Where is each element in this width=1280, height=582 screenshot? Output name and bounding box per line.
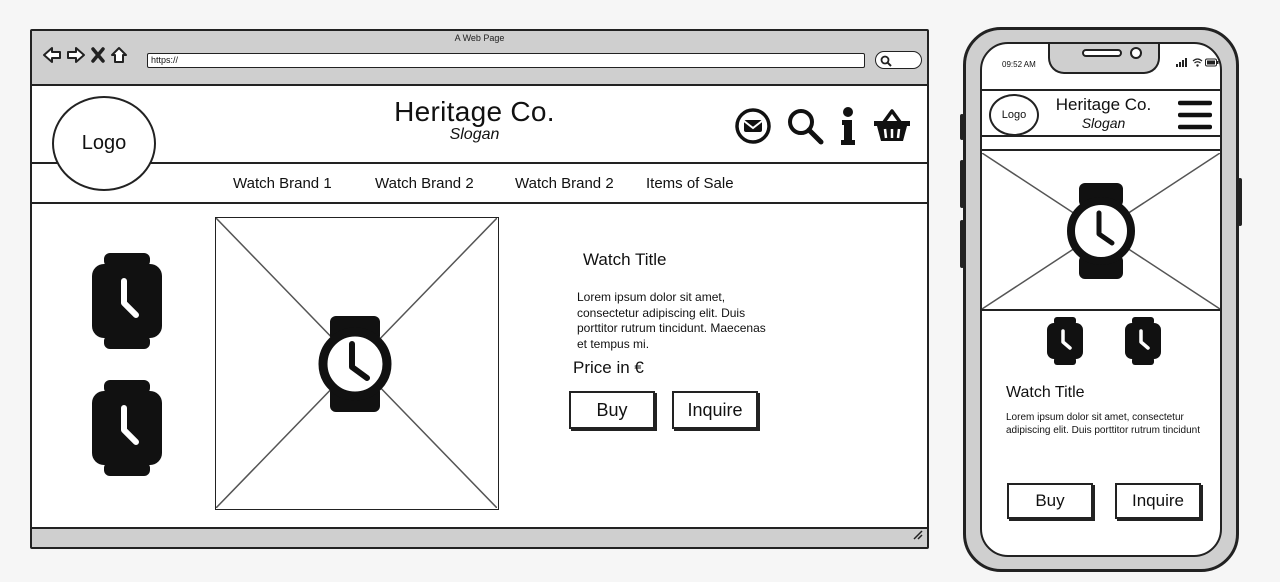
nav-item-watch-brand-2[interactable]: Watch Brand 2 [375,175,474,192]
mobile-product-title: Watch Title [1006,384,1085,401]
home-icon[interactable] [110,46,128,64]
resize-handle[interactable] [911,527,923,545]
hamburger-icon[interactable] [1177,99,1213,136]
close-icon[interactable] [90,46,106,64]
nav-item-watch-brand-2-second[interactable]: Watch Brand 2 [515,175,614,192]
arrow-right-icon[interactable] [66,46,86,64]
product-title: Watch Title [583,250,667,269]
volume-button [960,160,964,208]
watch-icon [1067,183,1135,279]
search-icon[interactable] [786,107,824,150]
mobile-brand-name: Heritage Co. [1055,95,1152,114]
watch-icon[interactable] [1046,316,1084,371]
header-icons [734,106,912,151]
status-time: 09:52 AM [1002,60,1036,69]
mail-icon[interactable] [734,107,772,150]
nav-item-items-of-sale[interactable]: Items of Sale [646,175,734,192]
mobile-logo[interactable]: Logo [989,94,1039,136]
mobile-brand-block: Heritage Co. Slogan [1046,95,1161,131]
mobile-header: Logo Heritage Co. Slogan [982,89,1220,137]
web-page: Logo Heritage Co. Slogan Watch Brand 1 W… [32,84,927,529]
front-camera [1130,47,1142,59]
mobile-nav-strip [982,137,1220,151]
signal-icon [1176,58,1187,67]
nav-item-watch-brand-1[interactable]: Watch Brand 1 [233,175,332,192]
mobile-product-description: Lorem ipsum dolor sit amet, consectetur … [1006,412,1200,436]
buy-button[interactable]: Buy [569,391,655,429]
watch-icon [318,316,392,412]
inquire-button[interactable]: Inquire [672,391,758,429]
info-icon[interactable] [838,106,858,151]
phone-notch [1048,44,1160,74]
wifi-icon [1192,58,1203,67]
url-bar[interactable]: https:// [147,53,865,68]
brand-name: Heritage Co. [394,96,555,127]
basket-icon[interactable] [872,108,912,149]
speaker-grille [1082,49,1122,57]
arrow-left-icon[interactable] [42,46,62,64]
product-description: Lorem ipsum dolor sit amet, consectetur … [577,290,766,351]
product-price: Price in € [573,358,644,377]
power-button [1238,178,1242,226]
mobile-brand-slogan: Slogan [1081,115,1126,131]
window-title: A Web Page [454,33,505,43]
mobile-inquire-button[interactable]: Inquire [1115,483,1201,519]
battery-icon [1205,58,1219,67]
browser-nav-buttons [42,46,128,64]
watch-icon[interactable] [90,378,164,483]
mobile-buy-button[interactable]: Buy [1007,483,1093,519]
phone-frame: 09:52 AM Logo Heritage Co. Slogan Watch … [960,27,1242,572]
mobile-product-image[interactable] [982,152,1220,311]
browser-window: A Web Page https:// Logo Heritage Co. Sl… [30,29,929,549]
main-nav: Watch Brand 1 Watch Brand 2 Watch Brand … [32,164,927,204]
status-icons [1176,58,1219,67]
search-icon [880,55,892,67]
browser-search-field[interactable] [875,51,922,69]
brand-slogan: Slogan [449,126,500,143]
phone-screen: 09:52 AM Logo Heritage Co. Slogan Watch … [980,42,1222,557]
volume-button [960,220,964,268]
site-logo[interactable]: Logo [52,96,156,191]
product-image[interactable] [215,217,499,510]
brand-block: Heritage Co. Slogan [362,96,587,144]
volume-button [960,114,964,140]
watch-icon[interactable] [1124,316,1162,371]
watch-icon[interactable] [90,251,164,356]
site-header: Logo Heritage Co. Slogan [32,86,927,191]
